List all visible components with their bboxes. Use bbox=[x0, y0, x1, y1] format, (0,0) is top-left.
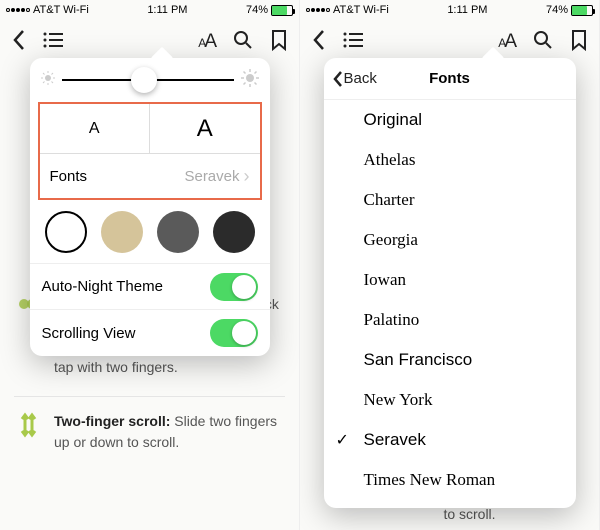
carrier-label: AT&T Wi-Fi bbox=[33, 4, 89, 16]
battery-pct: 74% bbox=[246, 4, 268, 16]
font-option[interactable]: Athelas bbox=[324, 140, 576, 180]
theme-gray[interactable] bbox=[157, 211, 199, 253]
font-option-label: Charter bbox=[364, 190, 415, 210]
bookmark-icon[interactable] bbox=[271, 29, 287, 56]
phone-left: AT&T Wi-Fi 1:11 PM 74% AA bbox=[0, 0, 300, 530]
font-option[interactable]: Palatino bbox=[324, 300, 576, 340]
fonts-popover-title: Fonts bbox=[429, 70, 470, 87]
battery-icon bbox=[571, 5, 593, 16]
font-larger-button[interactable]: A bbox=[150, 104, 260, 153]
font-option[interactable]: New York bbox=[324, 380, 576, 420]
carrier-label: AT&T Wi-Fi bbox=[333, 4, 389, 16]
signal-icon bbox=[6, 8, 30, 12]
theme-black[interactable] bbox=[213, 211, 255, 253]
font-option-label: Palatino bbox=[364, 310, 420, 330]
back-button[interactable]: Back bbox=[332, 70, 377, 88]
theme-white[interactable] bbox=[45, 211, 87, 253]
font-option-label: Athelas bbox=[364, 150, 416, 170]
phone-right: AT&T Wi-Fi 1:11 PM 74% AA bbox=[300, 0, 600, 530]
checkmark-icon: ✓ bbox=[336, 430, 349, 450]
autonight-toggle[interactable] bbox=[210, 273, 258, 301]
font-option[interactable]: Times New Roman bbox=[324, 460, 576, 500]
brightness-slider-row bbox=[30, 58, 270, 102]
gesture-scroll-icon bbox=[14, 411, 42, 453]
appearance-icon[interactable]: AA bbox=[498, 31, 515, 53]
search-icon[interactable] bbox=[533, 30, 553, 55]
font-option[interactable]: Iowan bbox=[324, 260, 576, 300]
font-option-label: Iowan bbox=[364, 270, 406, 290]
status-bar: AT&T Wi-Fi 1:11 PM 74% bbox=[300, 0, 599, 20]
font-option[interactable]: Georgia bbox=[324, 220, 576, 260]
fonts-label: Fonts bbox=[50, 168, 88, 185]
fonts-popover-header: Back Fonts bbox=[324, 58, 576, 100]
back-icon[interactable] bbox=[312, 29, 326, 56]
scrolling-row: Scrolling View bbox=[30, 310, 270, 356]
autonight-label: Auto-Night Theme bbox=[42, 278, 163, 295]
font-option[interactable]: San Francisco bbox=[324, 340, 576, 380]
brightness-slider-thumb[interactable] bbox=[131, 67, 157, 93]
status-time: 1:11 PM bbox=[447, 4, 487, 16]
battery-pct: 74% bbox=[546, 4, 568, 16]
font-smaller-button[interactable]: A bbox=[40, 104, 151, 153]
scrolling-toggle[interactable] bbox=[210, 319, 258, 347]
chevron-right-icon: › bbox=[244, 166, 250, 187]
font-option[interactable]: Charter bbox=[324, 180, 576, 220]
brightness-high-icon[interactable] bbox=[240, 68, 260, 93]
autonight-row: Auto-Night Theme bbox=[30, 264, 270, 310]
font-option[interactable]: Original bbox=[324, 100, 576, 140]
battery-icon bbox=[271, 5, 293, 16]
back-icon[interactable] bbox=[12, 29, 26, 56]
font-list: Original Athelas Charter Georgia Iowan Palati… bbox=[324, 100, 576, 500]
theme-sepia[interactable] bbox=[101, 211, 143, 253]
toc-icon[interactable] bbox=[42, 31, 64, 54]
appearance-icon[interactable]: AA bbox=[198, 31, 215, 53]
font-option-label: Georgia bbox=[364, 230, 418, 250]
search-icon[interactable] bbox=[233, 30, 253, 55]
font-option-label: San Francisco bbox=[364, 350, 473, 370]
appearance-popover: A A Fonts Seravek › Auto-Night Theme Scr… bbox=[30, 58, 270, 356]
fonts-popover: Back Fonts Original Athelas Charter Georgia… bbox=[324, 58, 576, 508]
bookmark-icon[interactable] bbox=[571, 29, 587, 56]
bg-item2-text: Two-finger scroll: Slide two fingers up … bbox=[54, 411, 285, 453]
font-option-label: New York bbox=[364, 390, 433, 410]
status-bar: AT&T Wi-Fi 1:11 PM 74% bbox=[0, 0, 299, 20]
font-option-label: Times New Roman bbox=[364, 470, 496, 490]
theme-color-row bbox=[30, 200, 270, 264]
toc-icon[interactable] bbox=[342, 31, 364, 54]
brightness-slider[interactable] bbox=[62, 79, 234, 81]
highlight-annotation: A A Fonts Seravek › bbox=[38, 102, 262, 200]
brightness-low-icon[interactable] bbox=[40, 70, 56, 91]
status-time: 1:11 PM bbox=[147, 4, 187, 16]
fonts-row[interactable]: Fonts Seravek › bbox=[40, 154, 260, 198]
font-option[interactable]: ✓ Seravek bbox=[324, 420, 576, 460]
signal-icon bbox=[306, 8, 330, 12]
fonts-value: Seravek bbox=[184, 168, 239, 185]
scrolling-label: Scrolling View bbox=[42, 325, 136, 342]
font-option-label: Original bbox=[364, 110, 423, 130]
font-option-label: Seravek bbox=[364, 430, 426, 450]
